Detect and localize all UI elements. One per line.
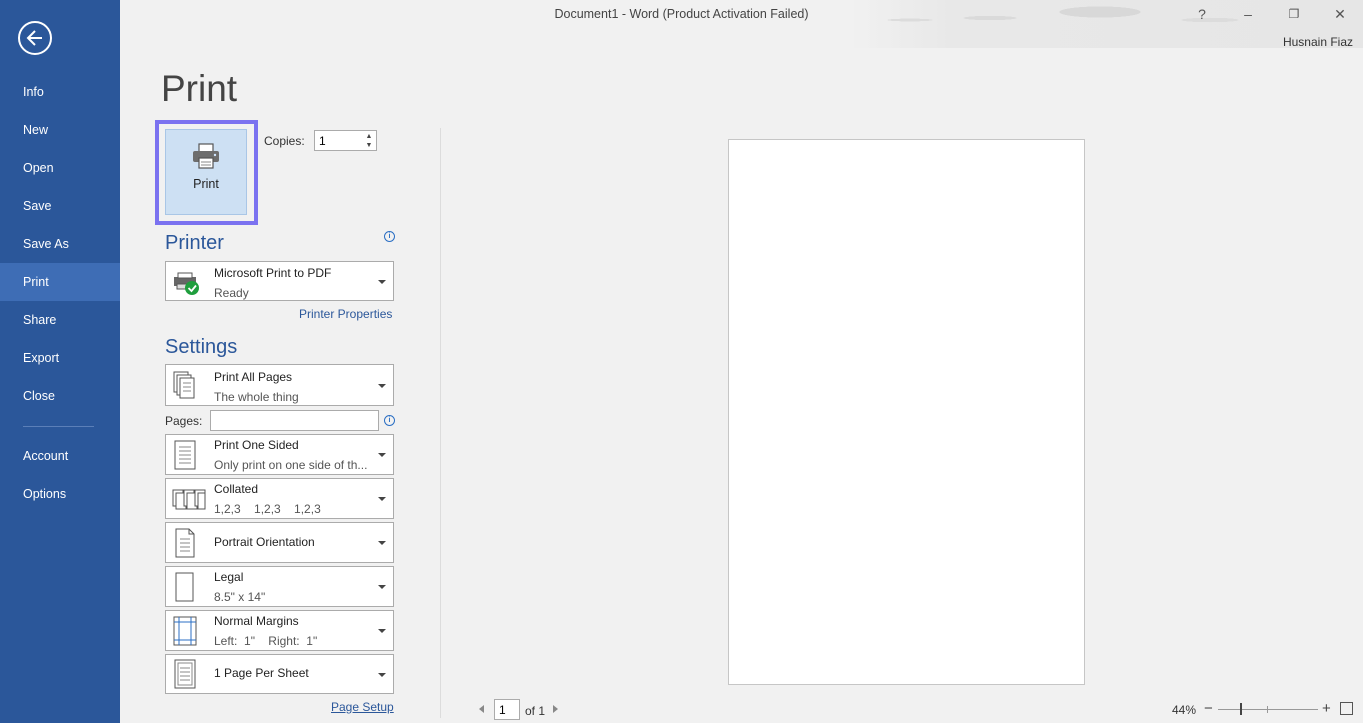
chevron-down-icon — [378, 585, 386, 589]
pages-input[interactable] — [210, 410, 379, 431]
pages-stack-icon — [173, 371, 195, 399]
sidebar-item-info[interactable]: Info — [0, 73, 120, 111]
arrow-left-icon — [26, 30, 42, 46]
panel-divider — [440, 128, 441, 718]
sides-sub: Only print on one side of th... — [214, 458, 368, 472]
chevron-down-icon — [378, 280, 386, 284]
chevron-down-icon — [378, 384, 386, 388]
chevron-down-icon — [378, 453, 386, 457]
print-button[interactable]: Print — [165, 129, 247, 215]
minimize-button[interactable]: – — [1233, 3, 1263, 25]
print-range-sub: The whole thing — [214, 390, 299, 404]
printer-section-title: Printer — [165, 232, 224, 254]
paper-size-main: Legal — [214, 570, 244, 584]
copies-down-icon[interactable]: ▼ — [364, 141, 374, 150]
paper-size-dropdown[interactable]: Legal 8.5" x 14" — [165, 566, 394, 607]
back-button[interactable] — [18, 21, 52, 55]
copies-input[interactable] — [319, 132, 359, 149]
next-page-icon[interactable] — [553, 705, 558, 713]
print-button-label: Print — [193, 177, 219, 191]
collation-sub: 1,2,3 1,2,3 1,2,3 — [214, 502, 321, 516]
printer-name: Microsoft Print to PDF — [214, 266, 332, 280]
sidebar-item-save-as[interactable]: Save As — [0, 225, 120, 263]
copies-up-icon[interactable]: ▲ — [364, 132, 374, 141]
pages-per-sheet-dropdown[interactable]: 1 Page Per Sheet — [165, 654, 394, 694]
collation-dropdown[interactable]: Collated 1,2,3 1,2,3 1,2,3 — [165, 478, 394, 519]
print-range-dropdown[interactable]: Print All Pages The whole thing — [165, 364, 394, 406]
sidebar-divider — [23, 426, 94, 427]
sidebar-item-export[interactable]: Export — [0, 339, 120, 377]
backstage-sidebar: Info New Open Save Save As Print Share E… — [0, 0, 120, 723]
chevron-down-icon — [378, 541, 386, 545]
page-per-sheet-icon — [174, 659, 196, 689]
printer-dropdown[interactable]: Microsoft Print to PDF Ready — [165, 261, 394, 301]
chevron-down-icon — [378, 497, 386, 501]
previous-page-icon[interactable] — [479, 705, 484, 713]
zoom-slider-thumb[interactable] — [1240, 703, 1242, 715]
user-account-name[interactable]: Husnain Fiaz — [1283, 35, 1353, 49]
collation-main: Collated — [214, 482, 259, 496]
pages-per-sheet-main: 1 Page Per Sheet — [214, 666, 309, 680]
zoom-slider[interactable] — [1218, 709, 1318, 710]
one-sided-page-icon — [174, 440, 196, 470]
page-count: of 1 — [525, 704, 546, 718]
window-title: Document1 - Word (Product Activation Fai… — [554, 7, 809, 21]
copies-stepper[interactable]: ▲ ▼ — [314, 130, 377, 151]
sides-main: Print One Sided — [214, 438, 299, 452]
margins-icon — [173, 616, 197, 646]
orientation-main: Portrait Orientation — [214, 535, 315, 549]
print-preview-page — [728, 139, 1085, 685]
collated-icon — [172, 489, 206, 510]
sidebar-item-open[interactable]: Open — [0, 149, 120, 187]
paper-size-icon — [175, 572, 194, 602]
page-title: Print — [161, 68, 238, 109]
sidebar-item-save[interactable]: Save — [0, 187, 120, 225]
chevron-down-icon — [378, 673, 386, 677]
print-range-main: Print All Pages — [214, 370, 293, 384]
pages-info-icon[interactable]: i — [384, 415, 395, 426]
printer-properties-link[interactable]: Printer Properties — [299, 307, 392, 321]
pages-label: Pages: — [165, 414, 203, 428]
zoom-out-icon[interactable]: − — [1204, 700, 1213, 718]
chevron-down-icon — [378, 629, 386, 633]
page-setup-link[interactable]: Page Setup — [331, 700, 394, 714]
sidebar-item-close[interactable]: Close — [0, 377, 120, 415]
paper-size-sub: 8.5" x 14" — [214, 590, 266, 604]
printer-icon — [193, 143, 219, 169]
zoom-in-icon[interactable]: + — [1322, 700, 1331, 718]
printer-info-icon[interactable]: i — [384, 231, 395, 242]
margins-main: Normal Margins — [214, 614, 299, 628]
current-page-input[interactable] — [494, 699, 520, 720]
close-window-button[interactable]: ✕ — [1325, 3, 1355, 25]
margins-sub: Left: 1" Right: 1" — [214, 634, 318, 648]
sidebar-item-share[interactable]: Share — [0, 301, 120, 339]
settings-section-title: Settings — [165, 336, 238, 358]
orientation-dropdown[interactable]: Portrait Orientation — [165, 522, 394, 563]
sidebar-item-print[interactable]: Print — [0, 263, 120, 301]
portrait-page-icon — [175, 528, 195, 558]
sidebar-item-new[interactable]: New — [0, 111, 120, 149]
printer-status: Ready — [214, 286, 249, 300]
zoom-slider-center-tick — [1267, 706, 1268, 713]
copies-label: Copies: — [264, 134, 305, 148]
zoom-level[interactable]: 44% — [1172, 703, 1196, 717]
sides-dropdown[interactable]: Print One Sided Only print on one side o… — [165, 434, 394, 475]
help-button[interactable]: ? — [1187, 3, 1217, 25]
margins-dropdown[interactable]: Normal Margins Left: 1" Right: 1" — [165, 610, 394, 651]
restore-button[interactable]: ❐ — [1279, 3, 1309, 25]
sidebar-item-options[interactable]: Options — [0, 475, 120, 513]
zoom-to-page-icon[interactable] — [1340, 702, 1353, 715]
sidebar-item-account[interactable]: Account — [0, 437, 120, 475]
printer-ready-icon — [174, 272, 199, 295]
